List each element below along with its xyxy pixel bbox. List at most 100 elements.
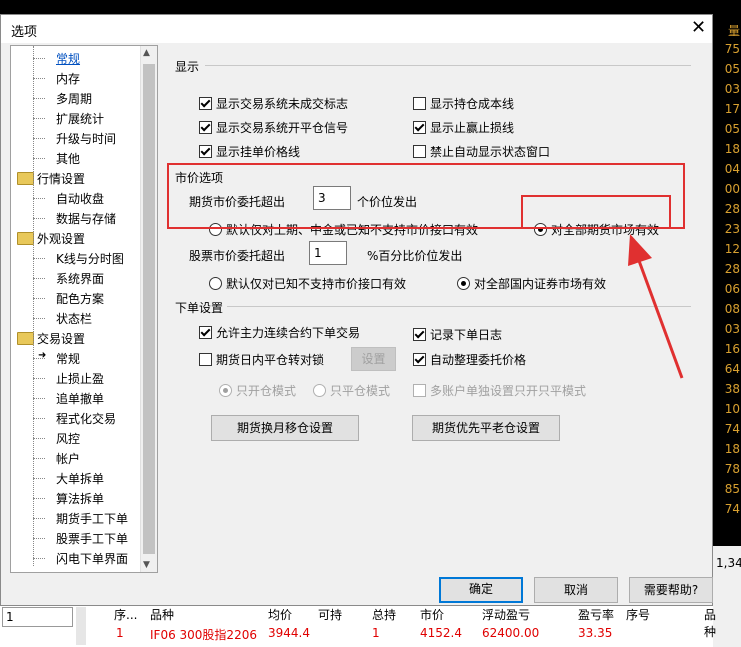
table-header[interactable]: 可持 xyxy=(318,606,342,623)
tree-connector xyxy=(33,58,45,59)
bg-quote-number: 16 xyxy=(724,342,740,356)
bg-quote-number: 04 xyxy=(724,162,740,176)
cancel-button[interactable]: 取消 xyxy=(534,577,618,603)
table-header[interactable]: 品种 xyxy=(150,606,174,623)
table-header[interactable]: 均价 xyxy=(268,606,292,623)
table-header[interactable]: 盈亏率 xyxy=(578,606,614,623)
tree-item[interactable]: 外观设置 xyxy=(37,230,85,247)
priority-close-old-button[interactable]: 期货优先平老仓设置 xyxy=(412,415,560,441)
help-button[interactable]: 需要帮助? xyxy=(629,577,713,603)
stock-radio-default[interactable]: 默认仅对已知不支持市价接口有效 xyxy=(209,275,406,292)
table-scrollbar[interactable] xyxy=(76,607,86,645)
scroll-down-icon[interactable]: ▼ xyxy=(143,560,150,570)
tree-connector xyxy=(33,418,45,419)
bg-quote-number: 08 xyxy=(724,302,740,316)
bg-quote-number: 17 xyxy=(724,102,740,116)
bg-quote-number: 03 xyxy=(724,82,740,96)
bg-quote-number: 28 xyxy=(724,202,740,216)
tree-connector xyxy=(33,458,45,459)
tree-item[interactable]: 追单撤单 xyxy=(56,390,104,407)
tree-item[interactable]: 自动收盘 xyxy=(56,190,104,207)
highlight-all-futures-radio xyxy=(521,195,671,229)
table-cell: 4152.4 xyxy=(420,626,462,640)
annotation-arrow xyxy=(628,234,684,379)
tree-scrollbar[interactable]: ▲ ▼ xyxy=(140,46,157,572)
tree-item[interactable]: 期货手工下单 xyxy=(56,510,128,527)
dialog-titlebar: 选项 ✕ xyxy=(1,15,712,43)
table-header[interactable]: 浮动盈亏 xyxy=(482,606,530,623)
opt-intraday-lock[interactable]: 期货日内平仓转对锁 xyxy=(199,351,324,368)
opt-auto-sort-price[interactable]: 自动整理委托价格 xyxy=(413,351,526,368)
close-icon[interactable]: ✕ xyxy=(691,17,706,39)
tree-item[interactable]: 股票手工下单 xyxy=(56,530,128,547)
setting-button[interactable]: 设置 xyxy=(351,347,396,371)
tree-item[interactable]: 闪电下单界面 xyxy=(56,550,128,567)
bg-quote-number: 05 xyxy=(724,62,740,76)
tree-item[interactable]: K线与分时图 xyxy=(56,250,124,267)
tree-connector xyxy=(33,258,45,259)
tree-item[interactable]: 止损止盈 xyxy=(56,370,104,387)
tree-item[interactable]: 升级与时间 xyxy=(56,130,116,147)
tree-item[interactable]: 数据与存储 xyxy=(56,210,116,227)
tree-item[interactable]: 其他 xyxy=(56,150,80,167)
tree-connector xyxy=(33,438,45,439)
opt-show-unfilled[interactable]: 显示交易系统未成交标志 xyxy=(199,95,348,112)
radio-open-only[interactable]: 只开仓模式 xyxy=(219,382,296,399)
tree-item[interactable]: 内存 xyxy=(56,70,80,87)
tree-item[interactable]: 系统界面 xyxy=(56,270,104,287)
tree-item[interactable]: 算法拆单 xyxy=(56,490,104,507)
tree-item[interactable]: 帐户 xyxy=(56,450,80,467)
tree-connector xyxy=(33,558,45,559)
tree-connector xyxy=(33,158,45,159)
bg-quote-number: 64 xyxy=(724,362,740,376)
opt-disable-status-window[interactable]: 禁止自动显示状态窗口 xyxy=(413,143,550,160)
table-cell: IF06 300股指2206 xyxy=(150,628,257,642)
bg-quote-number: 23 xyxy=(724,222,740,236)
table-header[interactable]: 总持 xyxy=(372,606,396,623)
stock-radio-all[interactable]: 对全部国内证券市场有效 xyxy=(457,275,606,292)
opt-show-order-line[interactable]: 显示挂单价格线 xyxy=(199,143,300,160)
tree-item[interactable]: 风控 xyxy=(56,430,80,447)
tree-connector xyxy=(33,518,45,519)
tree-scroll-thumb[interactable] xyxy=(143,64,155,554)
tree-connector xyxy=(33,298,45,299)
ok-button[interactable]: 确定 xyxy=(439,577,523,603)
radio-close-only[interactable]: 只平仓模式 xyxy=(313,382,390,399)
options-tree[interactable]: 常规 内存 多周期 扩展统计 升级与时间 其他 行情设置 自动收盘 数据与存储 外观设置 K线与分时… xyxy=(10,45,158,573)
options-dialog: 选项 ✕ 常规 内存 多周期 扩展统计 升级与时间 其他 行情设置 自动收盘 数据与存储 外观设置… xyxy=(0,14,713,606)
table-header[interactable]: 序... xyxy=(114,606,137,623)
table-header[interactable]: 序号 xyxy=(626,606,650,623)
tree-item[interactable]: 常规 xyxy=(56,350,80,367)
tree-item[interactable]: 大单拆单 xyxy=(56,470,104,487)
opt-multi-account[interactable]: 多账户单独设置只开只平模式 xyxy=(413,382,586,399)
tree-item[interactable]: 程式化交易 xyxy=(56,410,116,427)
folder-icon xyxy=(17,232,34,245)
bg-quote-number: 量 xyxy=(727,24,740,38)
scroll-up-icon[interactable]: ▲ xyxy=(143,48,150,58)
tree-connector-line xyxy=(33,46,34,566)
bg-quote-number: 85 xyxy=(724,482,740,496)
table-cell: 33.35 xyxy=(578,626,613,640)
tree-connector xyxy=(33,218,45,219)
bg-quote-number: 00 xyxy=(724,182,740,196)
bg-quote-number: 05 xyxy=(724,122,740,136)
tree-item[interactable]: 扩展统计 xyxy=(56,110,104,127)
monthly-rollover-button[interactable]: 期货换月移仓设置 xyxy=(211,415,359,441)
bg-quote-number: 75 xyxy=(724,42,740,56)
account-spinner[interactable]: 1 xyxy=(2,607,73,627)
table-header[interactable]: 品种 xyxy=(704,606,716,640)
table-header[interactable]: 市价 xyxy=(420,606,444,623)
opt-show-stop-lines[interactable]: 显示止赢止损线 xyxy=(413,119,514,136)
tree-item[interactable]: 常规 xyxy=(56,50,80,67)
opt-show-signals[interactable]: 显示交易系统开平仓信号 xyxy=(199,119,348,136)
opt-show-cost-line[interactable]: 显示持仓成本线 xyxy=(413,95,514,112)
tree-item[interactable]: 行情设置 xyxy=(37,170,85,187)
stock-percent-input[interactable]: 1 xyxy=(309,241,347,265)
opt-allow-main-contract[interactable]: 允许主力连续合约下单交易 xyxy=(199,324,360,341)
bg-quote-number: 12 xyxy=(724,242,740,256)
tree-item[interactable]: 多周期 xyxy=(56,90,92,107)
tree-item[interactable]: 配色方案 xyxy=(56,290,104,307)
tree-item[interactable]: 交易设置 xyxy=(37,330,85,347)
opt-order-log[interactable]: 记录下单日志 xyxy=(413,326,502,343)
tree-item[interactable]: 状态栏 xyxy=(56,310,92,327)
